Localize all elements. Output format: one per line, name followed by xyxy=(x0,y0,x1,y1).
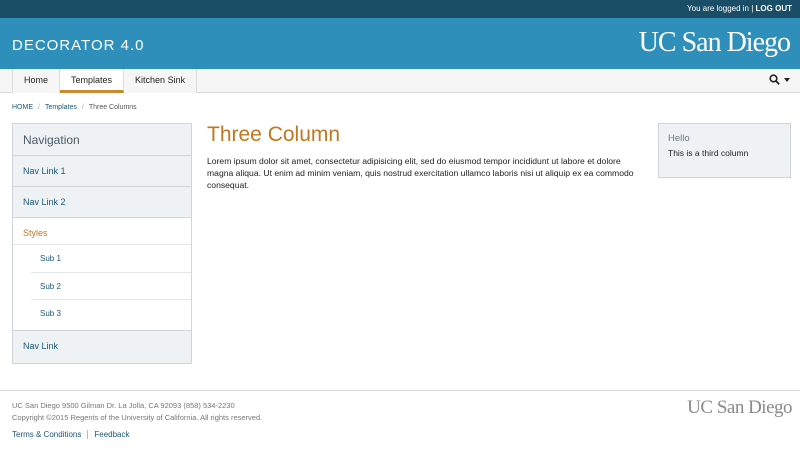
sidebar-subitem-sub-3[interactable]: Sub 3 xyxy=(31,299,191,326)
breadcrumb-home[interactable]: HOME xyxy=(12,104,33,111)
sidebar-item-nav-link-2[interactable]: Nav Link 2 xyxy=(13,187,191,218)
sidebar-item-nav-link-1[interactable]: Nav Link 1 xyxy=(13,156,191,187)
body-paragraph: Lorem ipsum dolor sit amet, consectetur … xyxy=(207,156,634,190)
sidebar-navigation: Navigation Nav Link 1 Nav Link 2 Styles … xyxy=(12,123,192,364)
site-header: DECORATOR 4.0 UC San Diego xyxy=(0,18,800,69)
top-utility-bar: You are logged in | LOG OUT xyxy=(0,0,800,18)
main-content: Three Column Lorem ipsum dolor sit amet,… xyxy=(207,123,647,191)
right-column-panel: Hello This is a third column xyxy=(658,123,791,178)
footer-address: UC San Diego 9500 Gilman Dr. La Jolla, C… xyxy=(12,401,235,410)
page-title: Three Column xyxy=(207,123,341,146)
search-icon[interactable] xyxy=(769,74,780,85)
ucsd-logo[interactable]: UC San Diego xyxy=(639,27,791,59)
tab-templates[interactable]: Templates xyxy=(60,69,125,93)
tab-kitchen-sink[interactable]: Kitchen Sink xyxy=(124,69,198,93)
sidebar-subitems: Sub 1 Sub 2 Sub 3 xyxy=(13,244,191,330)
topbar-separator: | xyxy=(751,4,754,13)
nav-tabs: Home Templates Kitchen Sink xyxy=(12,69,198,93)
feedback-link[interactable]: Feedback xyxy=(88,430,129,439)
footer-links: Terms & Conditions Feedback xyxy=(12,430,130,439)
main-navbar: Home Templates Kitchen Sink xyxy=(0,69,800,93)
breadcrumb-current: Three Columns xyxy=(88,104,137,111)
tab-home[interactable]: Home xyxy=(12,69,61,93)
sidebar-subitem-sub-2[interactable]: Sub 2 xyxy=(31,272,191,299)
sidebar-title: Navigation xyxy=(13,124,191,156)
aside-text: This is a third column xyxy=(668,148,749,158)
search-toggle[interactable] xyxy=(769,74,790,85)
aside-heading: Hello xyxy=(668,133,690,144)
breadcrumb: HOME / Templates / Three Columns xyxy=(12,104,137,111)
footer-copyright: Copyright ©2015 Regents of the Universit… xyxy=(12,413,263,422)
terms-link[interactable]: Terms & Conditions xyxy=(12,430,89,439)
site-footer: UC San Diego 9500 Gilman Dr. La Jolla, C… xyxy=(0,390,800,458)
sidebar-item-nav-link[interactable]: Nav Link xyxy=(13,331,191,362)
breadcrumb-separator: / xyxy=(38,104,40,111)
caret-down-icon[interactable] xyxy=(784,77,790,82)
logout-link[interactable]: LOG OUT xyxy=(756,4,792,13)
footer-address-block: UC San Diego 9500 Gilman Dr. La Jolla, C… xyxy=(12,400,262,424)
login-status: You are logged in xyxy=(687,4,749,13)
footer-ucsd-logo[interactable]: UC San Diego xyxy=(687,397,792,419)
sidebar-item-styles[interactable]: Styles xyxy=(13,218,191,244)
breadcrumb-separator: / xyxy=(81,104,84,111)
site-name[interactable]: DECORATOR 4.0 xyxy=(12,37,144,54)
sidebar-group-styles: Styles Sub 1 Sub 2 Sub 3 xyxy=(13,218,191,331)
sidebar-subitem-sub-1[interactable]: Sub 1 xyxy=(31,245,191,272)
breadcrumb-templates[interactable]: Templates xyxy=(45,104,77,111)
